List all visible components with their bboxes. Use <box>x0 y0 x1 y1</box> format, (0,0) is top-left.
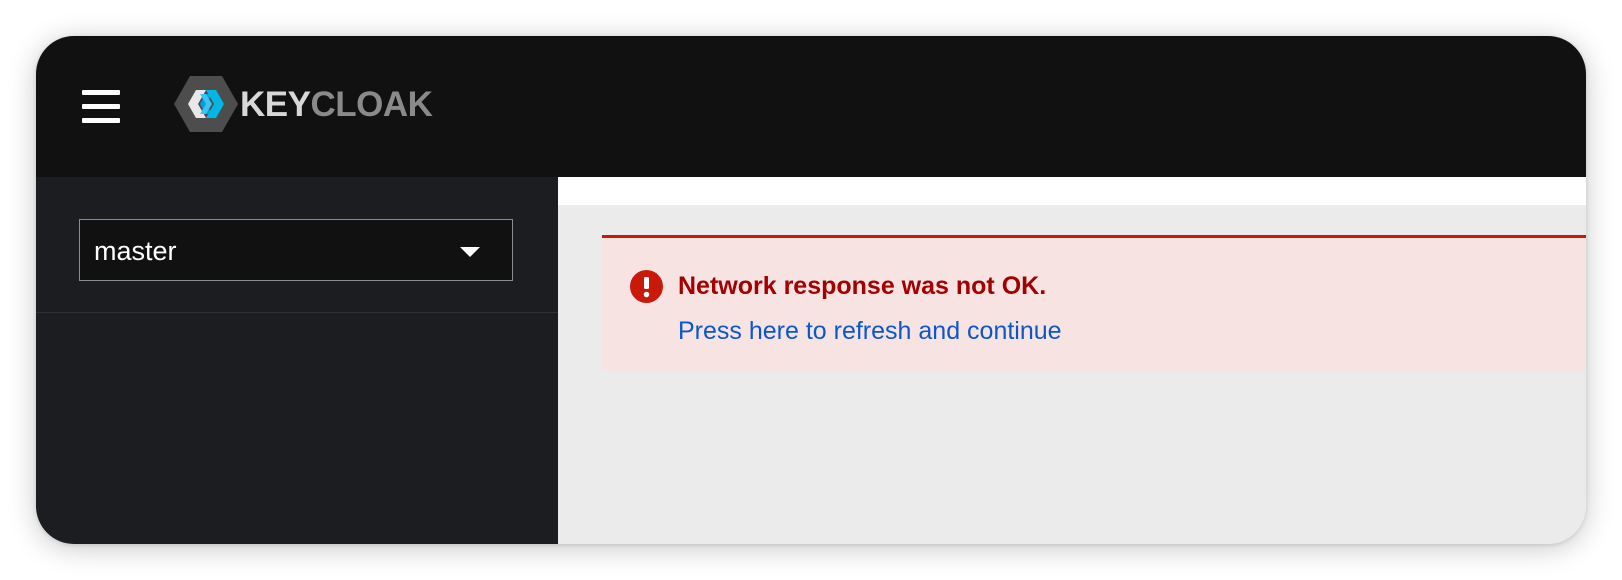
main-content: Network response was not OK. Press here … <box>558 177 1586 544</box>
logo-text-cloak: CLOAK <box>310 84 433 124</box>
refresh-link[interactable]: Press here to refresh and continue <box>678 313 1062 349</box>
error-alert: Network response was not OK. Press here … <box>602 235 1586 371</box>
logo-text-key: KEY <box>240 84 311 124</box>
alert-title: Network response was not OK. <box>678 272 1047 300</box>
sidebar: master <box>36 177 558 544</box>
hamburger-menu-icon[interactable] <box>82 90 120 124</box>
exclamation-circle-icon <box>630 270 663 303</box>
app-window: KEYCLOAK master Network response was not… <box>36 36 1586 544</box>
page-header-bar <box>558 177 1586 205</box>
keycloak-logo[interactable]: KEYCLOAK <box>174 76 433 132</box>
sidebar-divider <box>36 312 558 313</box>
keycloak-hexagon-icon <box>174 76 238 132</box>
caret-down-icon <box>460 247 480 257</box>
masthead: KEYCLOAK <box>36 36 1586 177</box>
realm-selector[interactable]: master <box>79 219 513 281</box>
logo-wordmark: KEYCLOAK <box>240 84 433 124</box>
realm-selector-value: master <box>94 236 177 266</box>
